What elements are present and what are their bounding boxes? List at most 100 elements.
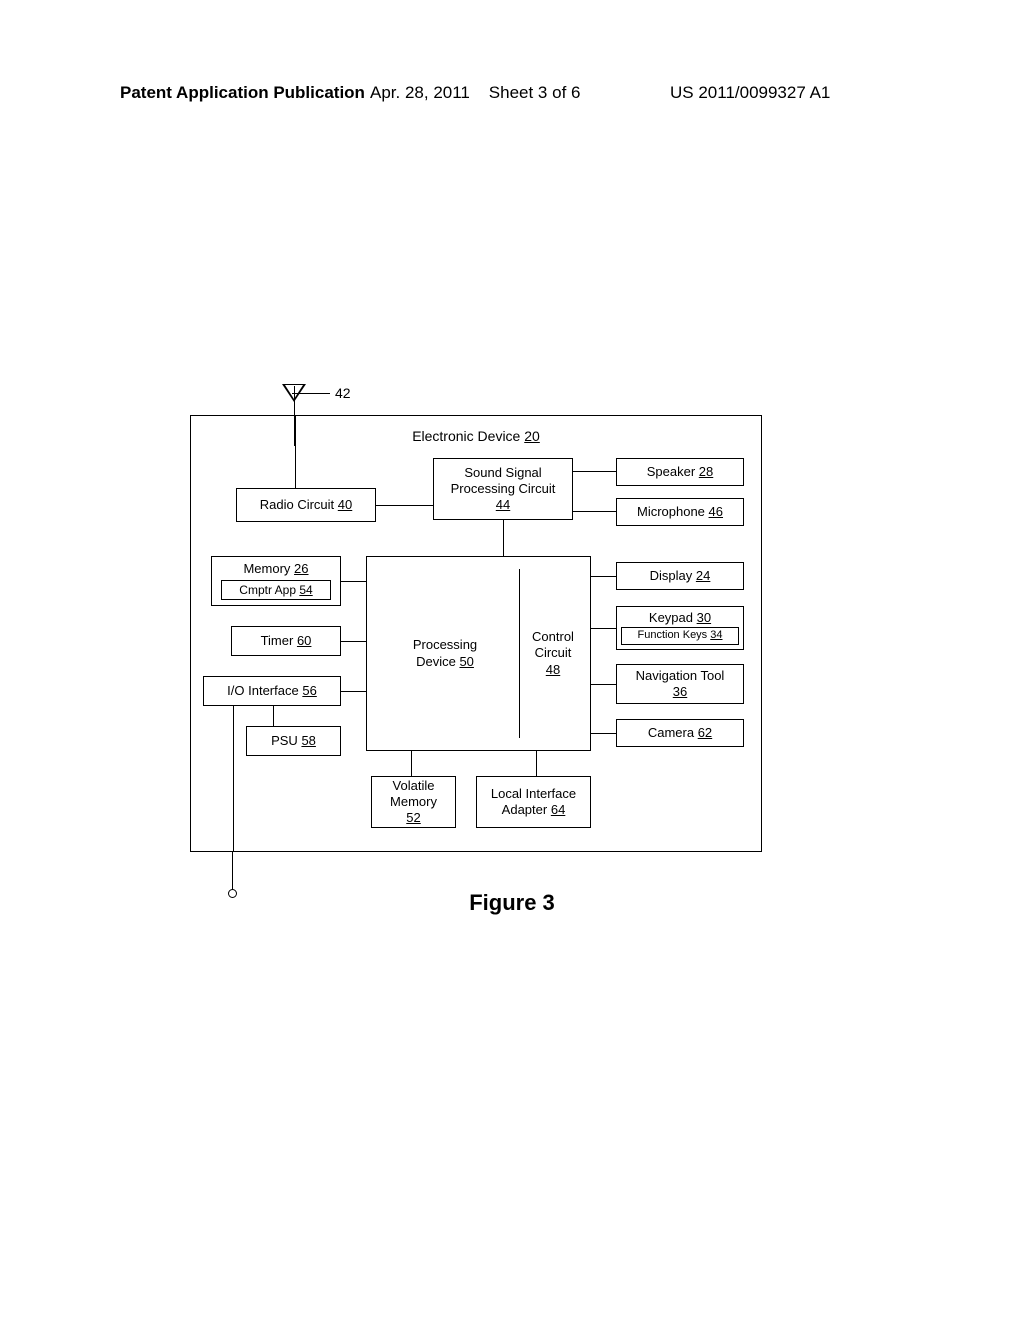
volmem-label1: Volatile xyxy=(393,778,435,794)
io-label-text: I/O Interface xyxy=(227,683,299,698)
funckeys-ref: 34 xyxy=(710,629,722,641)
display-ref: 24 xyxy=(696,568,710,583)
sound-label2: Processing Circuit xyxy=(451,481,556,497)
keypad-ref: 30 xyxy=(697,610,711,625)
control-circuit-block: Processing Device 50 Control Circuit 48 xyxy=(366,556,591,751)
header-mid: Apr. 28, 2011 Sheet 3 of 6 xyxy=(370,83,580,103)
connector-line xyxy=(341,691,366,692)
funckeys-label: Function Keys 34 xyxy=(637,629,722,643)
localif-ref: 64 xyxy=(551,802,565,817)
psu-label: PSU 58 xyxy=(271,733,316,749)
sound-ref: 44 xyxy=(496,497,510,513)
connector-line xyxy=(573,511,616,512)
keypad-block: Keypad 30 Function Keys 34 xyxy=(616,606,744,650)
memory-label: Memory 26 xyxy=(243,561,308,577)
localif-label-row: Adapter 64 xyxy=(502,802,566,818)
connector-line xyxy=(341,641,366,642)
camera-block: Camera 62 xyxy=(616,719,744,747)
cmptr-app-block: Cmptr App 54 xyxy=(221,580,331,600)
keypad-label-text: Keypad xyxy=(649,610,693,625)
antenna-ref: 42 xyxy=(335,385,351,401)
io-interface-block: I/O Interface 56 xyxy=(203,676,341,706)
radio-label: Radio Circuit 40 xyxy=(260,497,353,513)
timer-ref: 60 xyxy=(297,633,311,648)
connector-line xyxy=(341,581,366,582)
timer-label: Timer 60 xyxy=(261,633,312,649)
speaker-block: Speaker 28 xyxy=(616,458,744,486)
microphone-label-text: Microphone xyxy=(637,504,705,519)
cmptr-label: Cmptr App 54 xyxy=(239,583,312,598)
speaker-ref: 28 xyxy=(699,464,713,479)
volatile-memory-block: Volatile Memory 52 xyxy=(371,776,456,828)
speaker-label-text: Speaker xyxy=(647,464,695,479)
connector-line xyxy=(503,520,504,556)
antenna-leader-line xyxy=(292,393,330,394)
localif-label2: Adapter xyxy=(502,802,548,817)
volmem-ref: 52 xyxy=(406,810,420,826)
timer-label-text: Timer xyxy=(261,633,294,648)
sound-label1: Sound Signal xyxy=(464,465,541,481)
connector-line xyxy=(591,684,616,685)
memory-label-text: Memory xyxy=(243,561,290,576)
processing-label-row: Device 50 xyxy=(371,654,519,670)
connector-line xyxy=(573,471,616,472)
display-block: Display 24 xyxy=(616,562,744,590)
connector-line xyxy=(536,751,537,776)
device-title: Electronic Device 20 xyxy=(191,428,761,444)
navigation-tool-block: Navigation Tool 36 xyxy=(616,664,744,704)
psu-label-text: PSU xyxy=(271,733,298,748)
connector-line xyxy=(295,416,296,488)
local-interface-adapter-block: Local Interface Adapter 64 xyxy=(476,776,591,828)
connector-line xyxy=(411,751,412,776)
camera-label: Camera 62 xyxy=(648,725,712,741)
psu-ref: 58 xyxy=(301,733,315,748)
display-label-text: Display xyxy=(650,568,693,583)
processing-ref: 50 xyxy=(459,654,473,669)
processing-label2: Device xyxy=(416,654,456,669)
control-label1: Control xyxy=(522,629,584,645)
funckeys-label-text: Function Keys xyxy=(637,629,707,641)
connector-line xyxy=(233,706,234,851)
nav-label1: Navigation Tool xyxy=(636,668,725,684)
device-title-label: Electronic Device xyxy=(412,428,520,444)
header-right: US 2011/0099327 A1 xyxy=(670,83,830,103)
radio-circuit-block: Radio Circuit 40 xyxy=(236,488,376,522)
connector-line xyxy=(591,628,616,629)
nav-ref: 36 xyxy=(673,684,687,700)
camera-label-text: Camera xyxy=(648,725,694,740)
connector-line xyxy=(273,706,274,726)
device-title-ref: 20 xyxy=(524,428,540,444)
header-left: Patent Application Publication xyxy=(120,83,365,103)
connector-line xyxy=(591,576,616,577)
connector-line xyxy=(591,733,616,734)
figure-caption: Figure 3 xyxy=(0,890,1024,916)
memory-ref: 26 xyxy=(294,561,308,576)
header-sheet: Sheet 3 of 6 xyxy=(489,83,581,102)
control-ref: 48 xyxy=(522,662,584,678)
radio-label-text: Radio Circuit xyxy=(260,497,334,512)
camera-ref: 62 xyxy=(698,725,712,740)
speaker-label: Speaker 28 xyxy=(647,464,714,480)
timer-block: Timer 60 xyxy=(231,626,341,656)
connector-line xyxy=(376,505,433,506)
memory-block: Memory 26 Cmptr App 54 xyxy=(211,556,341,606)
control-label2: Circuit xyxy=(522,645,584,661)
microphone-ref: 46 xyxy=(709,504,723,519)
processing-label1: Processing xyxy=(371,637,519,653)
cmptr-ref: 54 xyxy=(299,583,312,597)
display-label: Display 24 xyxy=(650,568,711,584)
device-container: Electronic Device 20 Radio Circuit 40 So… xyxy=(190,415,762,852)
io-ref: 56 xyxy=(302,683,316,698)
function-keys-block: Function Keys 34 xyxy=(621,627,739,645)
radio-ref: 40 xyxy=(338,497,352,512)
io-connector-tail xyxy=(232,852,233,890)
sound-processing-block: Sound Signal Processing Circuit 44 xyxy=(433,458,573,520)
microphone-block: Microphone 46 xyxy=(616,498,744,526)
psu-block: PSU 58 xyxy=(246,726,341,756)
microphone-label: Microphone 46 xyxy=(637,504,723,520)
keypad-label: Keypad 30 xyxy=(649,610,711,626)
io-label: I/O Interface 56 xyxy=(227,683,317,699)
volmem-label2: Memory xyxy=(390,794,437,810)
localif-label1: Local Interface xyxy=(491,786,576,802)
cmptr-label-text: Cmptr App xyxy=(239,583,296,597)
